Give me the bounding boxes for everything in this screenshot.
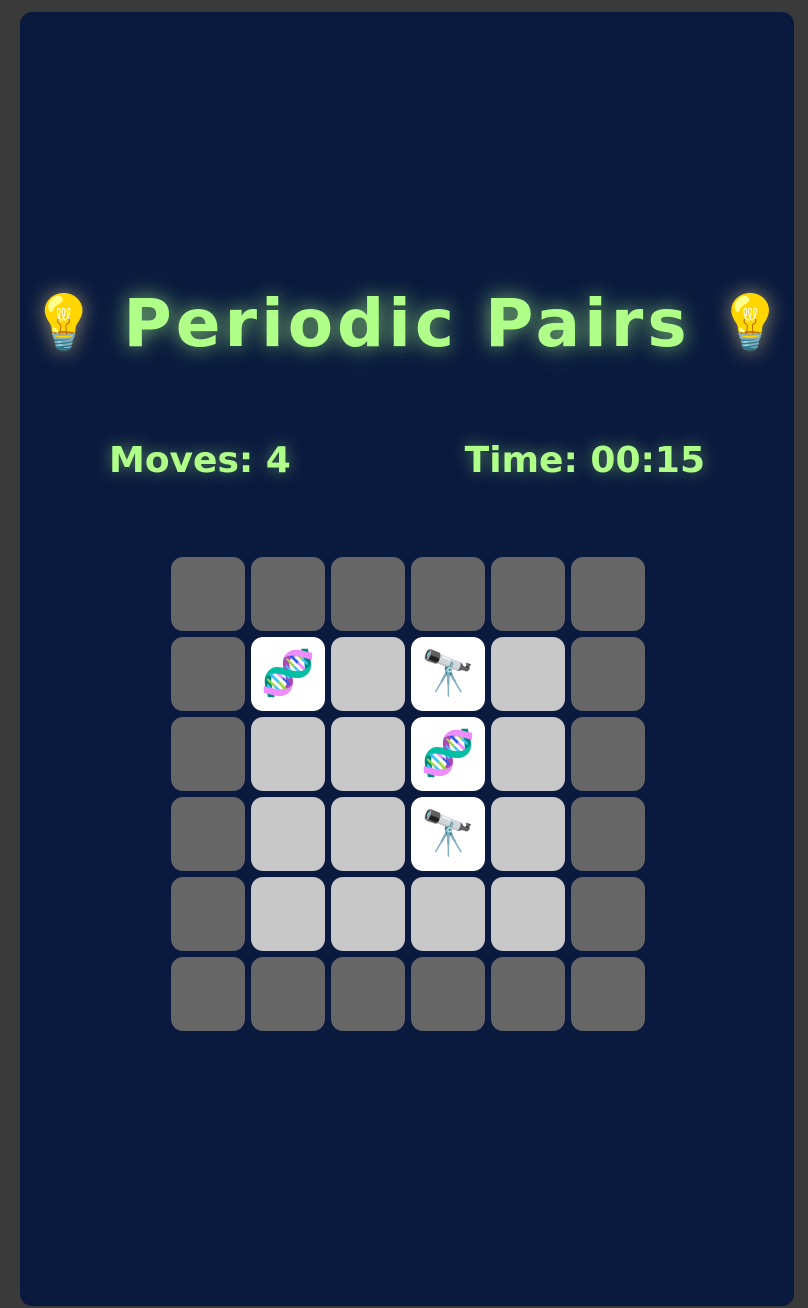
game-board: 🧬 🔭 🧬 🔭 <box>171 557 645 1031</box>
board-wall-tile <box>251 957 325 1031</box>
dna-icon: 🧬 <box>420 728 476 779</box>
board-wall-tile <box>571 797 645 871</box>
board-wall-tile <box>171 717 245 791</box>
card-face-up[interactable]: 🔭 <box>411 637 485 711</box>
telescope-icon: 🔭 <box>420 648 476 699</box>
board-wall-tile <box>491 557 565 631</box>
card-face-down[interactable] <box>491 797 565 871</box>
card-face-up[interactable]: 🧬 <box>251 637 325 711</box>
board-wall-tile <box>171 557 245 631</box>
card-face-down[interactable] <box>251 797 325 871</box>
card-face-down[interactable] <box>491 717 565 791</box>
lightbulb-icon: 💡 <box>30 291 98 354</box>
card-face-up[interactable]: 🔭 <box>411 797 485 871</box>
board-wall-tile <box>251 557 325 631</box>
card-face-down[interactable] <box>491 877 565 951</box>
board-wall-tile <box>571 717 645 791</box>
card-face-down[interactable] <box>331 637 405 711</box>
board-wall-tile <box>491 957 565 1031</box>
card-face-down[interactable] <box>331 797 405 871</box>
stats-bar: Moves: 4 Time: 00:15 <box>20 440 794 488</box>
board-wall-tile <box>331 957 405 1031</box>
board-wall-tile <box>571 877 645 951</box>
board-wall-tile <box>571 637 645 711</box>
board-wall-tile <box>171 877 245 951</box>
dna-icon: 🧬 <box>260 648 316 699</box>
board-wall-tile <box>411 957 485 1031</box>
game-title: Periodic Pairs <box>123 284 691 362</box>
board-wall-tile <box>171 797 245 871</box>
card-face-down[interactable] <box>251 717 325 791</box>
title-bar: 💡 Periodic Pairs 💡 <box>20 280 794 366</box>
card-face-down[interactable] <box>491 637 565 711</box>
board-wall-tile <box>171 637 245 711</box>
board-wall-tile <box>331 557 405 631</box>
lightbulb-icon: 💡 <box>716 291 784 354</box>
timer: Time: 00:15 <box>464 440 705 481</box>
card-face-down[interactable] <box>331 877 405 951</box>
card-face-down[interactable] <box>331 717 405 791</box>
moves-counter: Moves: 4 <box>109 440 291 481</box>
board-wall-tile <box>171 957 245 1031</box>
game-window: 💡 Periodic Pairs 💡 Moves: 4 Time: 00:15 … <box>20 12 794 1306</box>
board-wall-tile <box>571 957 645 1031</box>
board-wall-tile <box>411 557 485 631</box>
card-face-down[interactable] <box>411 877 485 951</box>
card-face-up[interactable]: 🧬 <box>411 717 485 791</box>
telescope-icon: 🔭 <box>420 808 476 859</box>
card-face-down[interactable] <box>251 877 325 951</box>
board-wall-tile <box>571 557 645 631</box>
